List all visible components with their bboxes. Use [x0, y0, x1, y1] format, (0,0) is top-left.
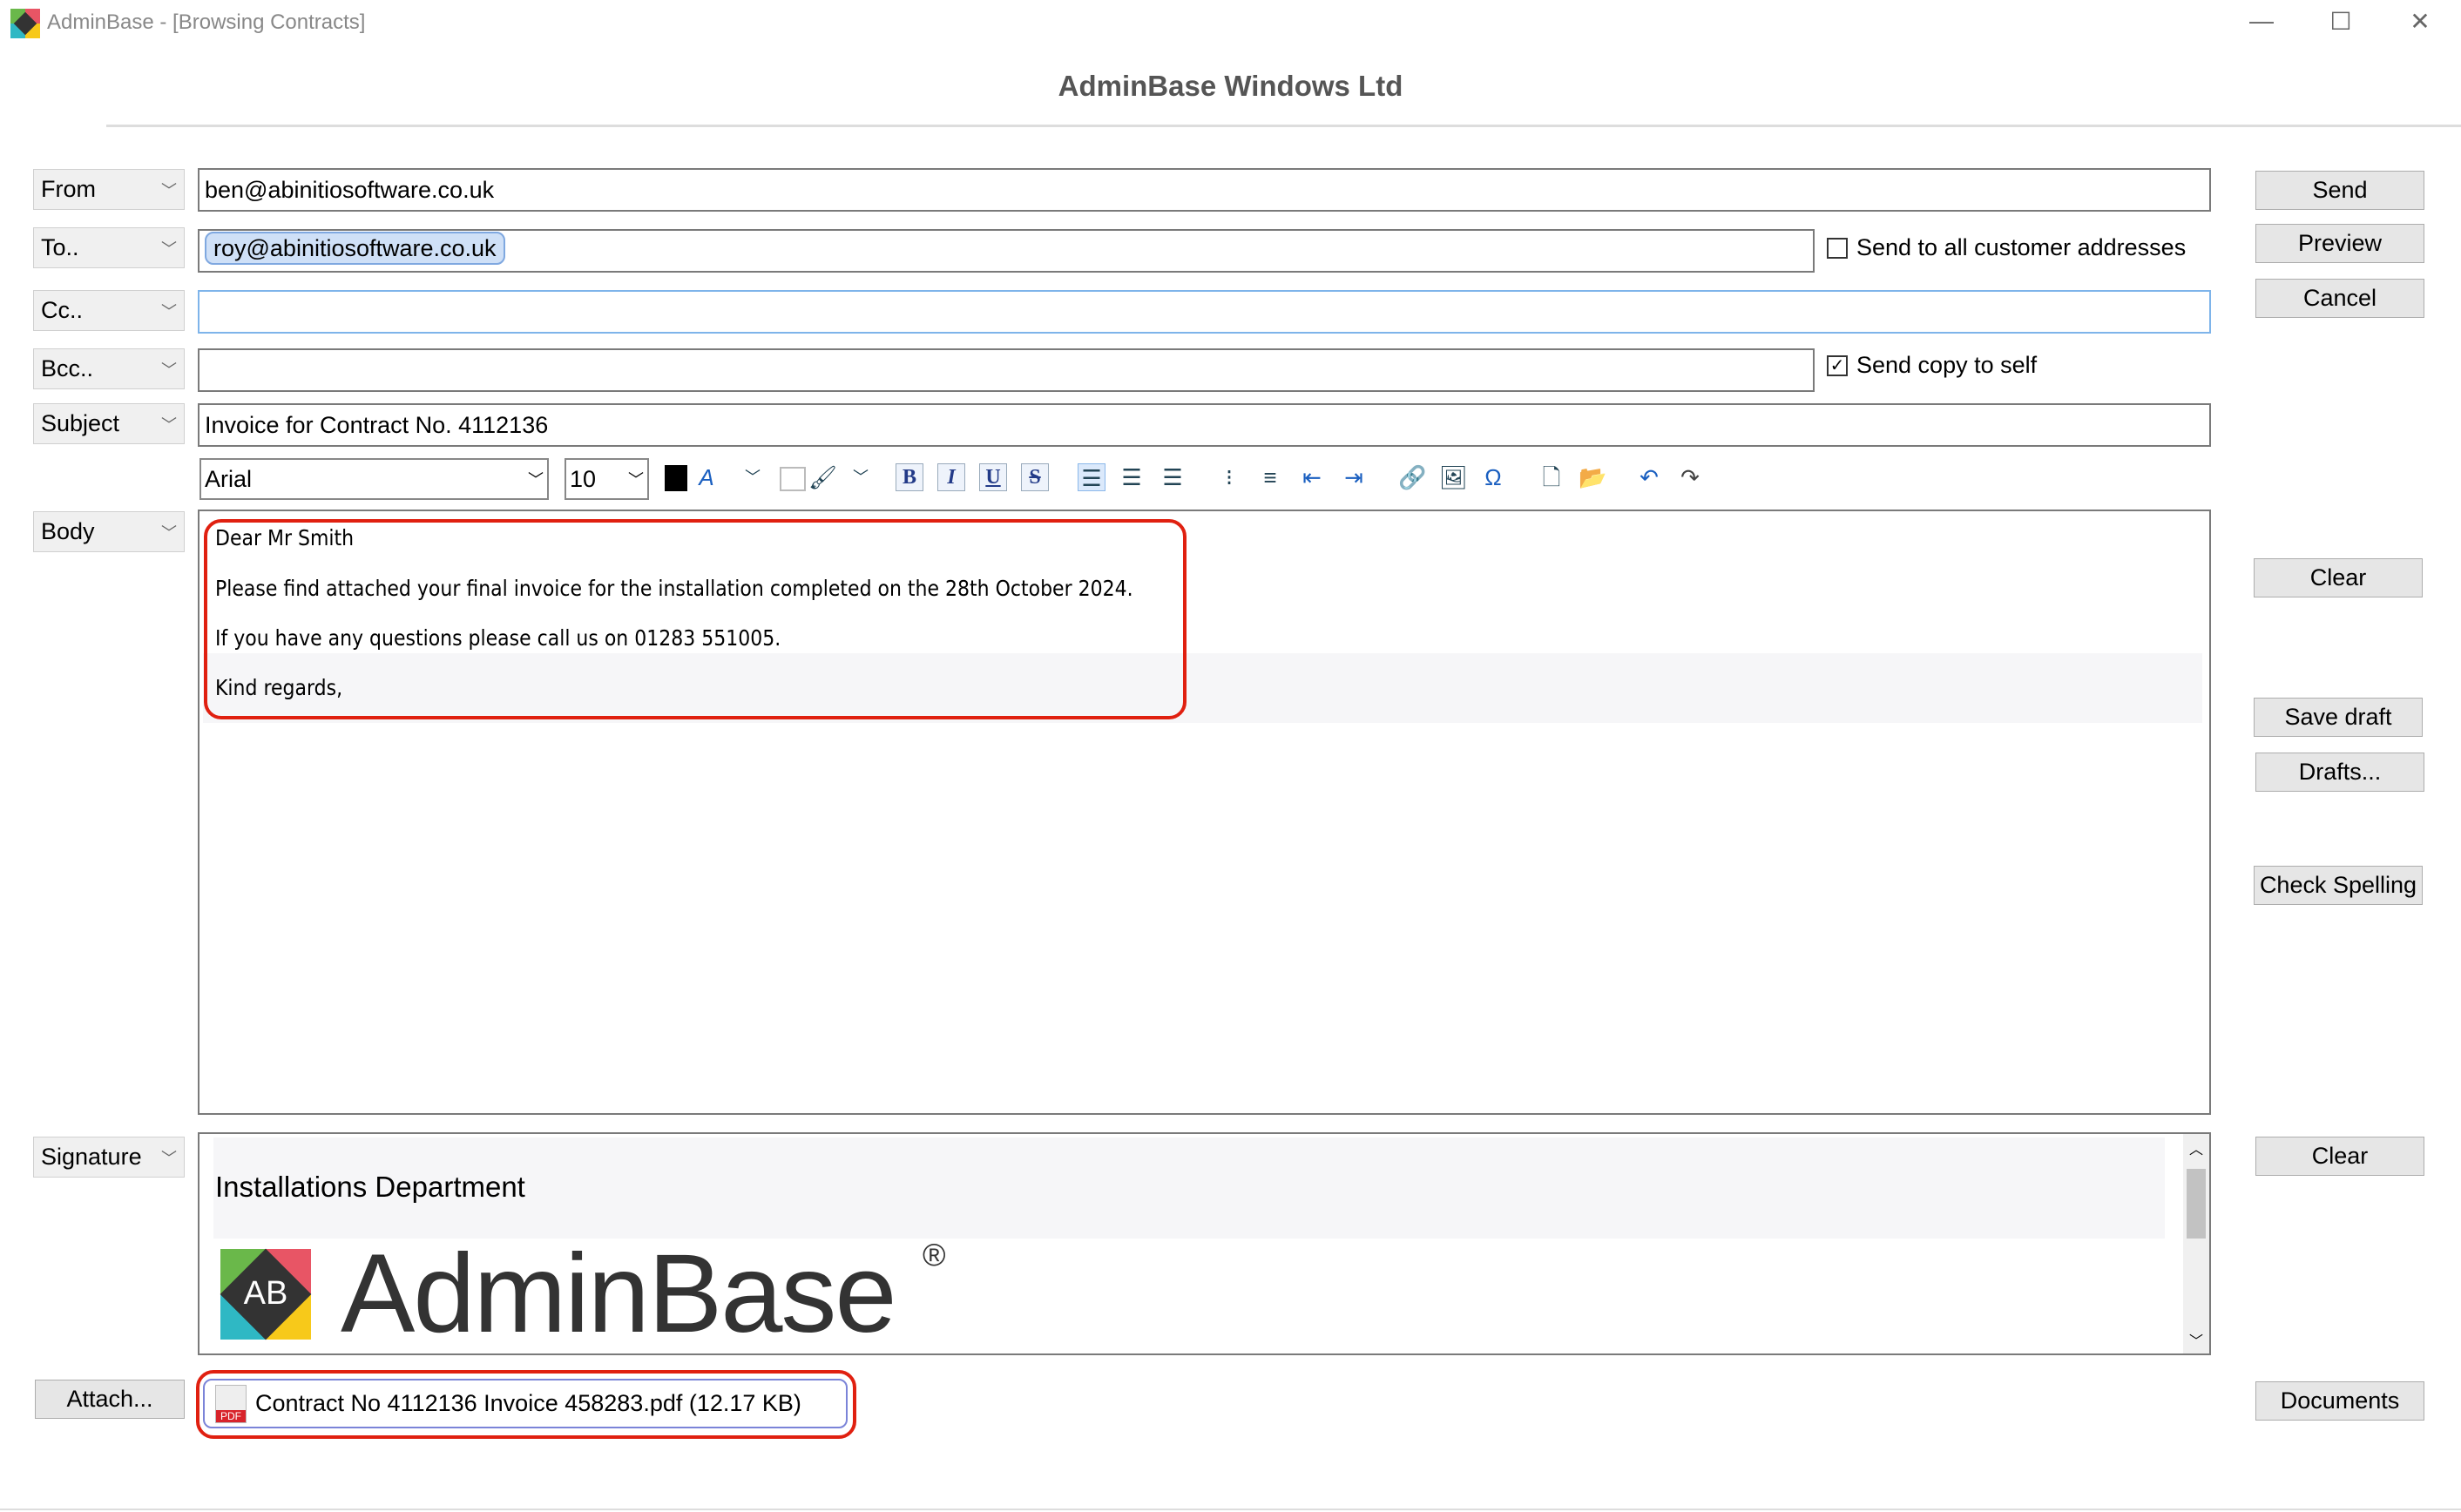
signature-dropdown[interactable]: Signature ﹀ — [33, 1137, 185, 1178]
indent-icon[interactable]: ⇥ — [1340, 463, 1368, 491]
to-label: To.. — [41, 234, 79, 260]
pdf-icon: PDF — [215, 1384, 247, 1423]
redo-icon[interactable]: ↷ — [1676, 463, 1704, 491]
scroll-down-icon: ﹀ — [2188, 1334, 2203, 1349]
bcc-label: Bcc.. — [41, 355, 94, 381]
cc-label: Cc.. — [41, 297, 84, 323]
open-folder-icon[interactable]: 📂 — [1579, 463, 1606, 491]
cc-dropdown[interactable]: Cc.. ﹀ — [33, 290, 185, 331]
adminbase-logo-text: AdminBase — [341, 1232, 897, 1355]
company-title: AdminBase Windows Ltd — [1058, 70, 1403, 102]
adminbase-logo-mark: AB — [220, 1248, 312, 1340]
text-color-swatch[interactable] — [665, 465, 687, 491]
subject-label: Subject — [41, 410, 120, 436]
clear-signature-button[interactable]: Clear — [2255, 1137, 2424, 1176]
subject-field[interactable]: Invoice for Contract No. 4112136 — [198, 403, 2211, 447]
chevron-down-icon[interactable]: ﹀ — [847, 463, 875, 491]
align-left-icon[interactable]: ☰ — [1078, 463, 1105, 491]
signature-scrollbar[interactable]: ︿ ﹀ — [2183, 1134, 2209, 1353]
font-value: Arial — [205, 465, 253, 492]
body-dropdown[interactable]: Body ﹀ — [33, 511, 185, 552]
signature-editor[interactable]: Installations Department AB AdminBase ® … — [198, 1132, 2211, 1355]
signature-department: Installations Department — [215, 1171, 525, 1203]
size-select[interactable]: 10 ﹀ — [565, 458, 649, 500]
outdent-icon[interactable]: ⇤ — [1298, 463, 1326, 491]
align-right-icon[interactable]: ☰ — [1159, 463, 1187, 491]
chevron-down-icon: ﹀ — [161, 361, 177, 379]
link-icon[interactable]: 🔗 — [1398, 463, 1426, 491]
scroll-thumb — [2187, 1169, 2206, 1239]
scroll-up-icon: ︿ — [2188, 1143, 2203, 1158]
checkbox-unchecked-icon — [1827, 237, 1848, 259]
send-all-label: Send to all customer addresses — [1856, 234, 2187, 260]
to-dropdown[interactable]: To.. ﹀ — [33, 227, 185, 268]
underline-icon[interactable]: U — [979, 463, 1007, 491]
chevron-down-icon: ﹀ — [628, 471, 644, 489]
chevron-down-icon: ﹀ — [161, 1149, 177, 1167]
italic-icon[interactable]: I — [937, 463, 965, 491]
attach-button[interactable]: Attach... — [35, 1380, 185, 1419]
chevron-down-icon: ﹀ — [161, 302, 177, 321]
send-button[interactable]: Send — [2255, 171, 2424, 210]
recipient-chip[interactable]: roy@abinitiosoftware.co.uk — [205, 232, 505, 265]
undo-icon[interactable]: ↶ — [1635, 463, 1663, 491]
numbered-list-icon[interactable]: ≡ — [1256, 463, 1284, 491]
cc-field[interactable] — [198, 290, 2211, 334]
body-highlight-annotation — [204, 519, 1187, 719]
font-color-icon[interactable]: A — [693, 463, 720, 491]
maximize-button[interactable]: ☐ — [2323, 7, 2358, 36]
send-all-checkbox[interactable]: Send to all customer addresses — [1827, 234, 2186, 261]
close-button[interactable]: ✕ — [2403, 7, 2437, 36]
attachment-item[interactable]: PDF Contract No 4112136 Invoice 458283.p… — [203, 1379, 848, 1428]
bold-icon[interactable]: B — [896, 463, 923, 491]
minimize-button[interactable]: — — [2244, 7, 2279, 35]
bottom-divider — [0, 1509, 2461, 1510]
preview-button[interactable]: Preview — [2255, 224, 2424, 263]
copy-self-checkbox[interactable]: ✓ Send copy to self — [1827, 352, 2037, 379]
app-icon — [10, 9, 40, 38]
from-field[interactable]: ben@abinitiosoftware.co.uk — [198, 168, 2211, 212]
image-icon[interactable]: 🖼 — [1439, 463, 1468, 491]
signature-label: Signature — [41, 1144, 142, 1170]
chevron-down-icon: ﹀ — [161, 415, 177, 434]
checkbox-checked-icon: ✓ — [1827, 354, 1848, 376]
strikethrough-icon[interactable]: S — [1021, 463, 1049, 491]
registered-mark: ® — [923, 1237, 946, 1272]
highlight-swatch[interactable] — [780, 467, 806, 491]
attachment-filename: Contract No 4112136 Invoice 458283.pdf (… — [255, 1390, 801, 1416]
divider — [106, 125, 2461, 127]
special-char-icon[interactable]: Ω — [1479, 463, 1507, 491]
bcc-dropdown[interactable]: Bcc.. ﹀ — [33, 348, 185, 389]
chevron-down-icon: ﹀ — [161, 240, 177, 258]
clear-body-button[interactable]: Clear — [2254, 558, 2423, 597]
check-spelling-button[interactable]: Check Spelling — [2254, 866, 2423, 905]
body-label: Body — [41, 518, 95, 544]
chevron-down-icon: ﹀ — [528, 471, 544, 489]
drafts-button[interactable]: Drafts... — [2255, 753, 2424, 792]
bcc-field[interactable] — [198, 348, 1815, 392]
subject-dropdown[interactable]: Subject ﹀ — [33, 403, 185, 444]
from-label: From — [41, 176, 96, 202]
save-draft-button[interactable]: Save draft — [2254, 698, 2423, 737]
bullet-list-icon[interactable]: ⁝ — [1215, 463, 1243, 491]
copy-self-label: Send copy to self — [1856, 352, 2038, 378]
to-field[interactable]: roy@abinitiosoftware.co.uk — [198, 229, 1815, 273]
font-select[interactable]: Arial ﹀ — [199, 458, 549, 500]
from-dropdown[interactable]: From ﹀ — [33, 169, 185, 210]
window-title: AdminBase - [Browsing Contracts] — [47, 10, 366, 34]
documents-button[interactable]: Documents — [2255, 1381, 2424, 1421]
chevron-down-icon: ﹀ — [161, 181, 177, 199]
cancel-button[interactable]: Cancel — [2255, 279, 2424, 318]
chevron-down-icon: ﹀ — [161, 523, 177, 542]
chevron-down-icon[interactable]: ﹀ — [739, 463, 767, 491]
highlight-color-icon[interactable]: 🖌 — [808, 463, 837, 491]
align-center-icon[interactable]: ☰ — [1118, 463, 1146, 491]
new-document-icon[interactable]: 🗋 — [1538, 463, 1565, 491]
size-value: 10 — [570, 465, 597, 492]
